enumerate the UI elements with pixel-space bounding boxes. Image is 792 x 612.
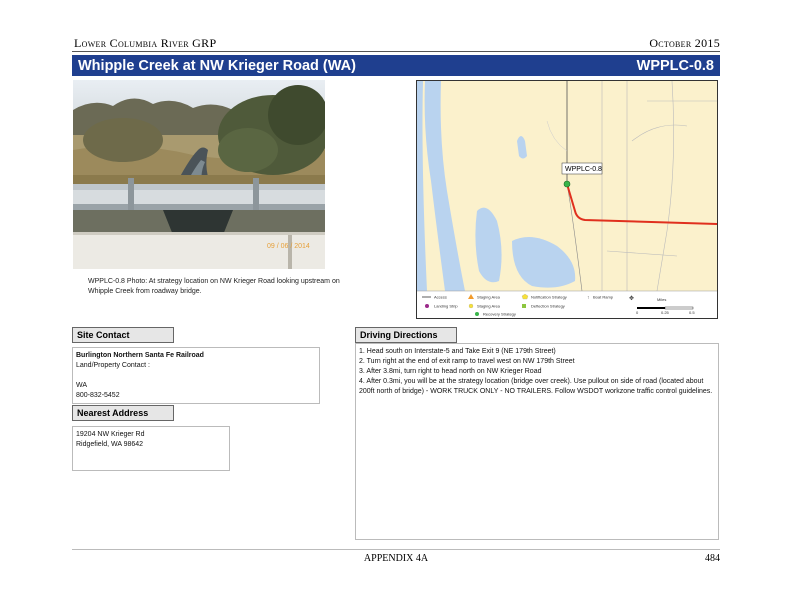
site-map[interactable]: WPPLC-0.8 Access Staging Area Notificati…: [416, 80, 718, 319]
site-contact-phone: 800-832-5452: [76, 392, 120, 399]
site-contact-label: Land/Property Contact :: [76, 362, 150, 369]
svg-text:Staging Area: Staging Area: [477, 295, 501, 300]
driving-directions-box: 1. Head south on Interstate-5 and Take E…: [355, 343, 719, 540]
site-contact-state: WA: [76, 382, 88, 389]
page-title: Whipple Creek at NW Krieger Road (WA): [78, 57, 356, 74]
driving-directions-heading: Driving Directions: [355, 327, 457, 343]
site-contact-box: Burlington Northern Santa Fe Railroad La…: [72, 347, 320, 404]
svg-text:Notification Strategy: Notification Strategy: [531, 295, 567, 300]
footer-divider: [72, 549, 720, 550]
site-map-graphic: WPPLC-0.8 Access Staging Area Notificati…: [417, 81, 717, 318]
photo-caption: WPPLC-0.8 Photo: At strategy location on…: [88, 278, 340, 295]
svg-text:0.5: 0.5: [689, 310, 695, 315]
svg-text:Miles: Miles: [657, 297, 666, 302]
svg-text:0.25: 0.25: [661, 310, 670, 315]
svg-text:↑: ↑: [587, 296, 590, 301]
site-photo: 09 / 06 / 2014: [73, 80, 325, 269]
address-line-1: 19204 NW Krieger Rd: [76, 431, 145, 438]
strategy-code: WPPLC-0.8: [636, 57, 714, 74]
map-site-label: WPPLC-0.8: [565, 166, 602, 173]
svg-text:09 / 06 / 2014: 09 / 06 / 2014: [267, 243, 310, 250]
footer-appendix: APPENDIX 4A: [363, 553, 429, 564]
title-bar: Whipple Creek at NW Krieger Road (WA) WP…: [72, 55, 720, 76]
page-number: 484: [705, 553, 720, 564]
document-header-date: October 2015: [649, 36, 720, 50]
svg-text:Recovery Strategy: Recovery Strategy: [483, 312, 516, 317]
direction-step: 4. After 0.3mi, you will be at the strat…: [359, 378, 713, 395]
direction-step: 2. Turn right at the end of exit ramp to…: [359, 358, 575, 365]
site-contact-organization: Burlington Northern Santa Fe Railroad: [76, 352, 204, 359]
nearest-address-box: 19204 NW Krieger Rd Ridgefield, WA 98642: [72, 426, 230, 471]
document-header-left: Lower Columbia River GRP: [74, 36, 217, 50]
svg-text:Landing Strip: Landing Strip: [434, 304, 458, 309]
svg-text:Staging Area: Staging Area: [477, 304, 501, 309]
nearest-address-heading: Nearest Address: [72, 405, 174, 421]
direction-step: 1. Head south on Interstate-5 and Take E…: [359, 348, 556, 355]
site-marker[interactable]: [563, 180, 571, 188]
address-line-2: Ridgefield, WA 98642: [76, 441, 144, 448]
site-photo-image: 09 / 06 / 2014: [73, 80, 325, 269]
svg-text:✥: ✥: [629, 295, 634, 302]
header-divider: [72, 51, 720, 52]
svg-text:Access: Access: [434, 295, 447, 300]
site-contact-heading: Site Contact: [72, 327, 174, 343]
direction-step: 3. After 3.8mi, turn right to head north…: [359, 368, 542, 375]
svg-text:Deflection Strategy: Deflection Strategy: [531, 304, 565, 309]
svg-text:Boat Ramp: Boat Ramp: [593, 295, 614, 300]
